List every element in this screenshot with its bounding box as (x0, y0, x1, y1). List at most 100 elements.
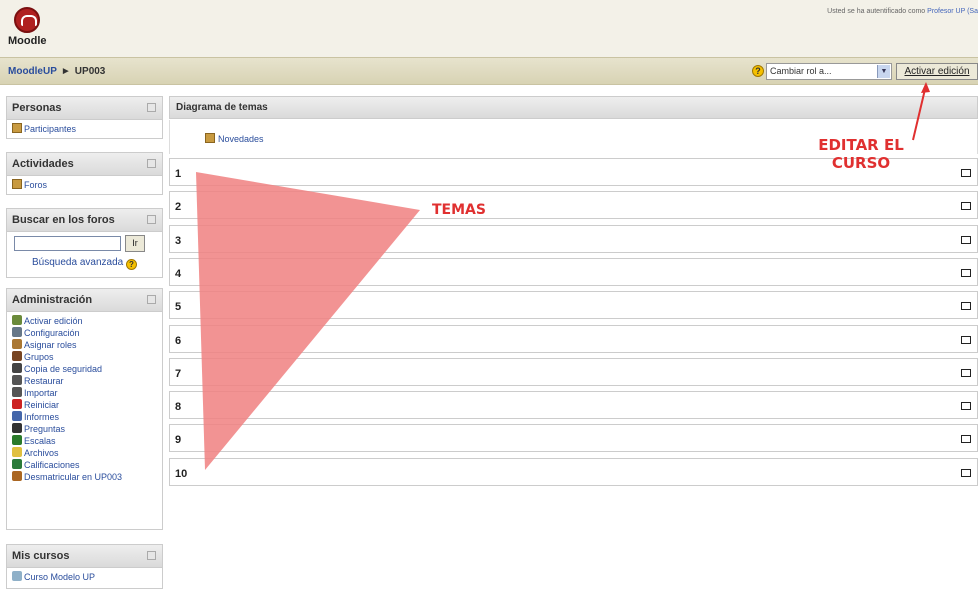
sidebar-item-label: Importar (24, 388, 58, 398)
sidebar-item-label: Informes (24, 412, 60, 422)
forum-search-input[interactable] (14, 236, 121, 251)
topic-number: 2 (175, 201, 182, 213)
topic-number: 7 (175, 368, 182, 380)
highlight-topic-icon[interactable] (961, 202, 971, 210)
sidebar-item-label: Configuración (24, 328, 80, 338)
sidebar-item-admin[interactable]: Activar edición (12, 315, 158, 327)
sidebar-item-course[interactable]: Curso Modelo UP (12, 571, 158, 583)
block-content: Foros (7, 176, 162, 195)
highlight-topic-icon[interactable] (961, 169, 971, 177)
block-administration: Administración Activar edición Configurac… (6, 288, 163, 530)
login-user-link[interactable]: Profesor UP (Sa (927, 8, 978, 15)
moodle-logo-icon (14, 7, 40, 33)
forum-search-go-button[interactable]: Ir (125, 235, 145, 252)
topic-row: 2 (169, 191, 978, 219)
collapse-icon[interactable] (147, 159, 156, 168)
sidebar-item-admin[interactable]: Importar (12, 387, 158, 399)
sidebar-item-admin[interactable]: Grupos (12, 351, 158, 363)
block-content: Participantes (7, 120, 162, 139)
help-icon[interactable]: ? (752, 65, 764, 77)
topic-number: 1 (175, 168, 182, 180)
sidebar-item-label: Desmatricular en UP003 (24, 472, 123, 482)
reset-icon (12, 399, 22, 409)
block-title: Buscar en los foros (12, 214, 115, 226)
logo-text: Moodle (8, 35, 47, 47)
sidebar-item-admin[interactable]: Archivos (12, 447, 158, 459)
admin-list: Activar edición Configuración Asignar role… (7, 312, 162, 487)
forum-icon (205, 133, 215, 143)
sidebar-item-label: Activar edición (24, 316, 83, 326)
sidebar-item-admin[interactable]: Restaurar (12, 375, 158, 387)
sidebar-item-admin[interactable]: Preguntas (12, 423, 158, 435)
topic-number: 6 (175, 335, 182, 347)
sidebar-item-label: Foros (24, 180, 48, 190)
news-forum-link[interactable]: Novedades (218, 134, 264, 144)
highlight-topic-icon[interactable] (961, 336, 971, 344)
moodle-logo[interactable]: Moodle (8, 7, 52, 53)
search-row: Ir (7, 232, 162, 252)
sidebar-item-admin[interactable]: Configuración (12, 327, 158, 339)
turn-editing-on-button[interactable]: Activar edición (896, 63, 978, 80)
sidebar-item-admin[interactable]: Copia de seguridad (12, 363, 158, 375)
folder-icon (12, 447, 22, 457)
collapse-icon[interactable] (147, 295, 156, 304)
block-title: Actividades (12, 158, 74, 170)
sidebar-item-label: Grupos (24, 352, 54, 362)
topic-row: 10 (169, 458, 978, 486)
block-content: Curso Modelo UP (7, 568, 162, 587)
topic-row: 3 (169, 225, 978, 253)
sidebar-item-admin[interactable]: Desmatricular en UP003 (12, 471, 158, 483)
course-icon (12, 571, 22, 581)
highlight-topic-icon[interactable] (961, 369, 971, 377)
login-text: Usted se ha autentificado como (827, 8, 926, 15)
highlight-topic-icon[interactable] (961, 269, 971, 277)
sidebar-item-admin[interactable]: Asignar roles (12, 339, 158, 351)
annotation-line: CURSO (831, 154, 891, 172)
topic-number: 4 (175, 268, 182, 280)
sidebar-item-forums[interactable]: Foros (12, 179, 158, 191)
collapse-icon[interactable] (147, 215, 156, 224)
highlight-topic-icon[interactable] (961, 469, 971, 477)
sidebar-item-label: Copia de seguridad (24, 364, 103, 374)
sidebar-item-label: Participantes (24, 124, 77, 134)
collapse-icon[interactable] (147, 103, 156, 112)
topic-number: 3 (175, 235, 182, 247)
topic-row: 9 (169, 424, 978, 452)
breadcrumb-separator: ► (60, 66, 71, 77)
annotation-line: EDITAR EL (818, 136, 904, 154)
sidebar-item-admin[interactable]: Escalas (12, 435, 158, 447)
advanced-search-link[interactable]: Búsqueda avanzada (32, 257, 123, 268)
highlight-topic-icon[interactable] (961, 435, 971, 443)
breadcrumb-site-link[interactable]: MoodleUP (8, 66, 57, 77)
block-header: Personas (7, 97, 162, 120)
sidebar-item-admin[interactable]: Reiniciar (12, 399, 158, 411)
users-icon (12, 123, 22, 133)
page-header: Moodle Usted se ha autentificado como Pr… (0, 0, 978, 57)
highlight-topic-icon[interactable] (961, 236, 971, 244)
questions-icon (12, 423, 22, 433)
switch-role-select[interactable]: Cambiar rol a... ▼ (766, 63, 892, 80)
collapse-icon[interactable] (147, 551, 156, 560)
restore-icon (12, 375, 22, 385)
sidebar-item-admin[interactable]: Informes (12, 411, 158, 423)
annotation-edit-course: EDITAR EL CURSO (806, 136, 916, 172)
sidebar-item-label: Curso Modelo UP (24, 572, 96, 582)
edit-icon (12, 315, 22, 325)
sidebar-item-label: Restaurar (24, 376, 64, 386)
chevron-down-icon[interactable]: ▼ (877, 65, 890, 78)
annotation-temas: TEMAS (432, 202, 486, 218)
block-header: Administración (7, 289, 162, 312)
login-info: Usted se ha autentificado como Profesor … (827, 8, 978, 15)
highlight-topic-icon[interactable] (961, 402, 971, 410)
topic-row: 4 (169, 258, 978, 286)
help-icon[interactable]: ? (125, 259, 137, 270)
sidebar-item-label: Asignar roles (24, 340, 77, 350)
sidebar-item-participants[interactable]: Participantes (12, 123, 158, 135)
groups-icon (12, 351, 22, 361)
block-forum-search: Buscar en los foros Ir Búsqueda avanzada… (6, 208, 163, 278)
sidebar-item-label: Escalas (24, 436, 56, 446)
highlight-topic-icon[interactable] (961, 302, 971, 310)
sidebar-item-label: Preguntas (24, 424, 66, 434)
sidebar-item-admin[interactable]: Calificaciones (12, 459, 158, 471)
sidebar-item-label: Reiniciar (24, 400, 60, 410)
